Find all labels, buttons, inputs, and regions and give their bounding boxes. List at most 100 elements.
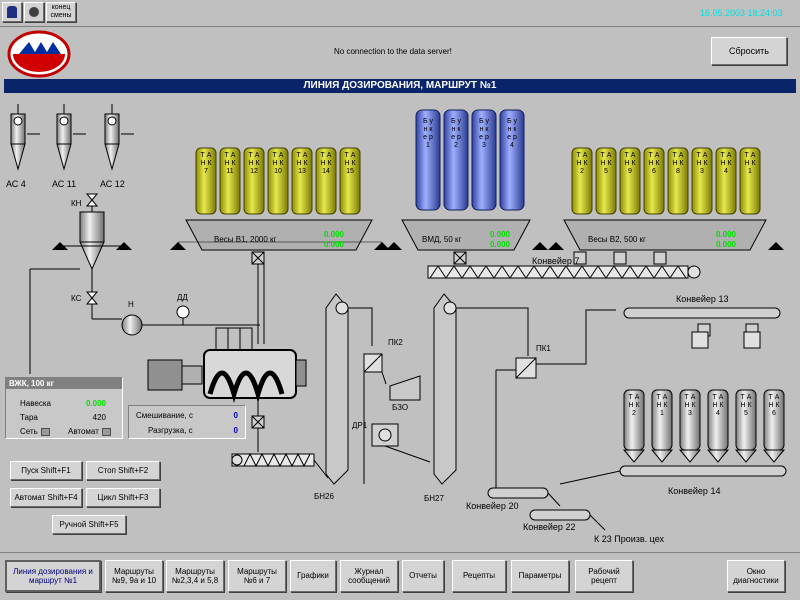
- avtomat-indicator: [101, 427, 111, 436]
- bunker-label: Б у н к е р 2: [450, 118, 462, 149]
- end-shift-button[interactable]: конец смены: [46, 2, 76, 22]
- scale-b1-value-1: 0.000: [323, 230, 344, 239]
- elevator-bn26: [325, 293, 349, 485]
- user-icon: [7, 6, 17, 18]
- pump-n-label: Н: [128, 300, 134, 309]
- conveyor-14-label: Конвейер 14: [668, 486, 721, 496]
- conveyor-20: [487, 487, 549, 499]
- start-button[interactable]: Пуск Shift+F1: [10, 461, 82, 480]
- k23-label: К 23 Произв. цех: [594, 534, 665, 544]
- nav-routes-9-10[interactable]: Маршруты №9, 9а и 10: [105, 560, 163, 592]
- pressure-dd-label: ДД: [177, 293, 188, 302]
- tank-label: Т А Н К 6: [648, 152, 660, 175]
- bn26-label: БН26: [314, 492, 334, 501]
- tank-label: Т А Н К 8: [672, 152, 684, 175]
- dr1-label: ДР1: [352, 421, 368, 430]
- tank-group-3: [622, 389, 786, 463]
- bunker-label: Б у н к е р 1: [422, 118, 434, 149]
- naveska-value: 0.000: [85, 399, 106, 408]
- avtomat-text: Автомат: [68, 427, 99, 436]
- set-label: Сеть: [20, 427, 50, 436]
- tank-label: Т А Н К 2: [628, 394, 640, 417]
- nav-diagnostics[interactable]: Окно диагностики: [727, 560, 785, 592]
- datetime-display: 16.05.2003 18:24:03: [700, 8, 783, 18]
- silo-ac12: [104, 104, 134, 171]
- status-message: No connection to the data server!: [334, 47, 452, 56]
- tank-label: Т А Н К 10: [272, 152, 284, 175]
- tank-label: Т А Н К 12: [248, 152, 260, 175]
- tara-value: 420: [92, 413, 106, 422]
- elevator-bn27: [433, 293, 457, 485]
- bn27-label: БН27: [424, 494, 444, 503]
- unload-time-label: Разгрузка, с: [148, 426, 193, 435]
- tank-label: Т А Н К 11: [224, 152, 236, 175]
- tank-label: Т А Н К 3: [684, 394, 696, 417]
- tank-label: Т А Н К 2: [576, 152, 588, 175]
- reset-button[interactable]: Сбросить: [711, 37, 787, 65]
- tank-label: Т А Н К 7: [200, 152, 212, 175]
- scale-b2-value-2: 0.000: [715, 240, 736, 249]
- top-bar: [0, 0, 800, 27]
- bunker-label: Б у н к е р 3: [478, 118, 490, 149]
- scale-b1-value-2: 0.000: [323, 240, 344, 249]
- nav-dosing-line[interactable]: Линия дозирования и маршрут №1: [5, 560, 101, 592]
- scale-b2-label: Весы В2, 500 кг: [588, 235, 646, 244]
- tank-label: Т А Н К 9: [624, 152, 636, 175]
- tank-label: Т А Н К 15: [344, 152, 356, 175]
- mix-time-value: 0: [233, 411, 238, 420]
- bzo-label: БЗО: [392, 403, 409, 412]
- avtomat-label: Автомат: [68, 427, 111, 436]
- nav-working-recipe[interactable]: Рабочий рецепт: [575, 560, 633, 592]
- nav-reports[interactable]: Отчеты: [402, 560, 444, 592]
- nav-recipes[interactable]: Рецепты: [452, 560, 506, 592]
- mix-time-label: Смешивание, с: [136, 411, 194, 420]
- vmd-value-1: 0.000: [489, 230, 510, 239]
- tara-label: Тара: [20, 413, 38, 422]
- nav-routes-6-7[interactable]: Маршруты №6 и 7: [228, 560, 286, 592]
- silo-ac11: [56, 104, 86, 171]
- manual-button[interactable]: Ручной Shift+F5: [52, 515, 126, 534]
- cycle-button[interactable]: Цикл Shift+F3: [86, 488, 160, 507]
- vmd-value-2: 0.000: [489, 240, 510, 249]
- stop-button[interactable]: Стоп Shift+F2: [86, 461, 160, 480]
- tank-label: Т А Н К 13: [296, 152, 308, 175]
- conveyor-13: [623, 307, 781, 319]
- silo-ac4: [10, 104, 40, 171]
- vzhk-title: ВЖК, 100 кг: [6, 378, 122, 389]
- conveyor-7: [427, 265, 689, 279]
- silo-label-ac11: АС 11: [52, 179, 77, 189]
- unload-time-value: 0: [233, 426, 238, 435]
- tank-label: Т А Н К 6: [768, 394, 780, 417]
- nav-parameters[interactable]: Параметры: [511, 560, 569, 592]
- auto-button[interactable]: Автомат Shift+F4: [10, 488, 82, 507]
- conveyor-20-label: Конвейер 20: [466, 501, 519, 511]
- naveska-label: Навеска: [20, 399, 51, 408]
- pk2-label: ПК2: [388, 338, 403, 347]
- tank-label: Т А Н К 5: [740, 394, 752, 417]
- screen-title: ЛИНИЯ ДОЗИРОВАНИЯ, МАРШРУТ №1: [4, 79, 796, 93]
- conveyor-22: [529, 509, 591, 521]
- silo-label-ac12: АС 12: [100, 179, 125, 189]
- nav-charts[interactable]: Графики: [290, 560, 336, 592]
- vmd-label: ВМД, 50 кг: [422, 235, 462, 244]
- pk1-label: ПК1: [536, 344, 551, 353]
- set-indicator: [40, 427, 50, 436]
- nav-routes-2-8[interactable]: Маршруты №2,3,4 и 5,8: [166, 560, 224, 592]
- silo-label-ac4: АС 4: [6, 179, 26, 189]
- silo-group: [10, 104, 134, 171]
- scale-b2-value-1: 0.000: [715, 230, 736, 239]
- tank-label: Т А Н К 3: [696, 152, 708, 175]
- conveyor-7-label: Конвейер 7: [532, 256, 580, 266]
- conveyor-14: [619, 465, 787, 477]
- toolbar-button-2[interactable]: [24, 2, 44, 22]
- valve-ks-label: КС: [71, 294, 82, 303]
- gear-icon: [27, 5, 41, 19]
- bunker-label: Б у н к е р 4: [506, 118, 518, 149]
- nav-message-log[interactable]: Журнал сообщений: [340, 560, 398, 592]
- conveyor-13-label: Конвейер 13: [676, 294, 729, 304]
- conveyor-22-label: Конвейер 22: [523, 522, 576, 532]
- tank-label: Т А Н К 1: [744, 152, 756, 175]
- tank-label: Т А Н К 4: [720, 152, 732, 175]
- toolbar-button-1[interactable]: [2, 2, 22, 22]
- valve-kn-label: КН: [71, 199, 82, 208]
